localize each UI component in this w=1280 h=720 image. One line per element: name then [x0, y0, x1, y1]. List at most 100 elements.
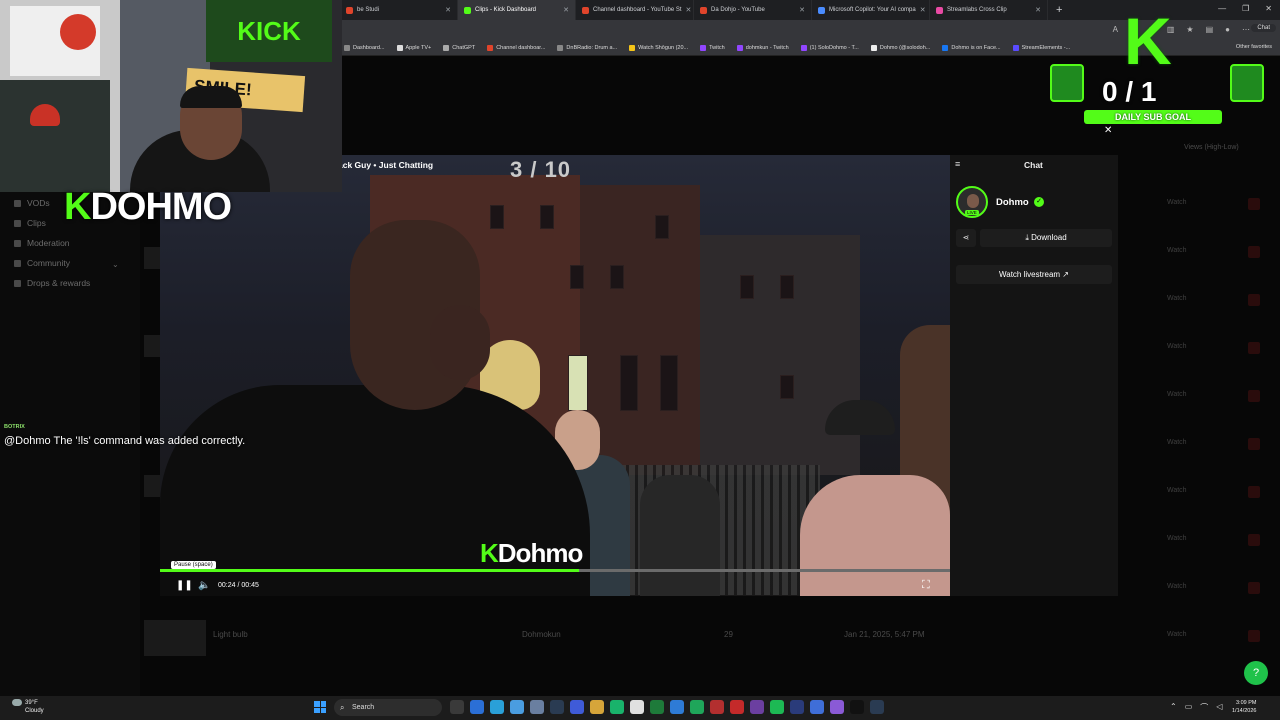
sidebar-item-community[interactable]: Community	[14, 258, 70, 268]
kick-logo-icon: K	[64, 186, 91, 228]
delete-clip-button[interactable]	[1248, 294, 1260, 306]
sidebar-item-clips[interactable]: Clips	[14, 218, 46, 228]
bookmark[interactable]: Dohmo is on Face...	[942, 44, 1001, 51]
bookmark[interactable]: Dashboard...	[344, 44, 385, 51]
bookmark[interactable]: DnBRadio: Drum a...	[557, 44, 617, 51]
notepad-icon[interactable]	[630, 700, 644, 714]
steam-icon[interactable]	[550, 700, 564, 714]
watch-link[interactable]: Watch	[1167, 439, 1187, 446]
clock-date: 1/14/2026	[1232, 708, 1257, 714]
tab-kick-clips[interactable]: Clips - Kick Dashboard ✕	[458, 0, 576, 20]
download-button[interactable]: ⤓ Download	[980, 229, 1112, 247]
video-progress-bar[interactable]	[160, 569, 950, 572]
bookmark[interactable]: Watch Shōgun (20...	[629, 44, 688, 51]
delete-clip-button[interactable]	[1248, 390, 1260, 402]
sub-goal-count: 0 / 1	[1102, 76, 1157, 107]
watch-link[interactable]: Watch	[1167, 487, 1187, 494]
app-icon[interactable]	[870, 700, 884, 714]
network-icon[interactable]: ▭	[1185, 702, 1193, 713]
app-icon[interactable]	[710, 700, 724, 714]
edge-icon[interactable]	[490, 700, 504, 714]
delete-clip-button[interactable]	[1248, 534, 1260, 546]
close-modal-icon[interactable]: ✕	[1104, 125, 1112, 136]
app-icon[interactable]	[690, 700, 704, 714]
help-chat-button[interactable]: ?	[1244, 661, 1268, 685]
close-tab-icon[interactable]: ✕	[1035, 6, 1041, 14]
bookmark[interactable]: ChatGPT	[443, 44, 475, 51]
watch-link[interactable]: Watch	[1167, 343, 1187, 350]
close-tab-icon[interactable]: ✕	[563, 6, 569, 14]
sort-dropdown[interactable]: Views (High-Low)	[1184, 144, 1239, 151]
taskbar-search[interactable]: ⌕ Search	[334, 699, 442, 716]
tab-youtube-studio[interactable]: be Studi ✕	[340, 0, 458, 20]
x-icon[interactable]	[850, 700, 864, 714]
app-icon[interactable]	[610, 700, 624, 714]
clip-thumbnail[interactable]	[144, 620, 206, 656]
sidebar-item-moderation[interactable]: Moderation	[14, 238, 70, 248]
watch-link[interactable]: Watch	[1167, 295, 1187, 302]
watch-link[interactable]: Watch	[1167, 535, 1187, 542]
close-tab-icon[interactable]: ✕	[799, 6, 805, 14]
bookmark[interactable]: Dohmo (@solodoh...	[870, 44, 930, 51]
bookmark[interactable]: Apple TV+	[396, 44, 431, 51]
app-icon[interactable]	[790, 700, 804, 714]
app-icon[interactable]	[810, 700, 824, 714]
collapse-panel-icon[interactable]: ≡	[955, 159, 960, 169]
volume-icon[interactable]: ◁	[1216, 702, 1222, 713]
channel-name[interactable]: Dohmo	[996, 197, 1029, 208]
chrome-icon[interactable]	[670, 700, 684, 714]
delete-clip-button[interactable]	[1248, 582, 1260, 594]
volume-icon[interactable]: 🔈	[198, 580, 210, 591]
watch-link[interactable]: Watch	[1167, 583, 1187, 590]
watch-link[interactable]: Watch	[1167, 199, 1187, 206]
app-icon[interactable]	[530, 700, 544, 714]
tab-da-dohjo[interactable]: Da Dohjo - YouTube ✕	[694, 0, 812, 20]
file-explorer-icon[interactable]	[590, 700, 604, 714]
delete-clip-button[interactable]	[1248, 198, 1260, 210]
bookmark[interactable]: Twitch	[700, 44, 725, 51]
close-tab-icon[interactable]: ✕	[686, 6, 692, 14]
tab-streamlabs[interactable]: Streamlabs Cross Clip ✕	[930, 0, 1048, 20]
fullscreen-icon[interactable]: ⛶	[922, 579, 930, 592]
start-button[interactable]	[314, 701, 326, 713]
spotify-icon[interactable]	[770, 700, 784, 714]
widgets-icon[interactable]	[470, 700, 484, 714]
taskbar-clock[interactable]: 3:09 PM 1/14/2026	[1232, 699, 1256, 715]
mail-icon[interactable]	[510, 700, 524, 714]
delete-clip-button[interactable]	[1248, 342, 1260, 354]
sidebar-item-label: VODs	[27, 198, 50, 208]
tab-label: Clips - Kick Dashboard	[475, 7, 537, 13]
sidebar-item-drops-rewards[interactable]: Drops & rewards	[14, 278, 90, 288]
share-button[interactable]: ⋖	[956, 229, 976, 247]
close-tab-icon[interactable]: ✕	[920, 6, 926, 14]
xbox-icon[interactable]	[650, 700, 664, 714]
youtube-icon[interactable]	[730, 700, 744, 714]
copilot-icon[interactable]	[830, 700, 844, 714]
bookmark[interactable]: (1) SoloDohmo - T...	[800, 44, 859, 51]
hand-image	[430, 305, 490, 380]
close-tab-icon[interactable]: ✕	[445, 6, 451, 14]
watch-link[interactable]: Watch	[1167, 631, 1187, 638]
chevron-down-icon[interactable]: ⌄	[112, 260, 119, 269]
watch-livestream-button[interactable]: Watch livestream ↗	[956, 265, 1112, 284]
watch-link[interactable]: Watch	[1167, 391, 1187, 398]
pause-button[interactable]: ❚❚	[176, 580, 193, 591]
clip-video-player[interactable]	[160, 155, 950, 596]
discord-icon[interactable]	[570, 700, 584, 714]
tab-copilot[interactable]: Microsoft Copilot: Your AI compa ✕	[812, 0, 930, 20]
delete-clip-button[interactable]	[1248, 246, 1260, 258]
sidebar-item-vods[interactable]: VODs	[14, 198, 50, 208]
delete-clip-button[interactable]	[1248, 486, 1260, 498]
delete-clip-button[interactable]	[1248, 630, 1260, 642]
wifi-icon[interactable]: ⌒	[1200, 702, 1208, 713]
weather-desc: Cloudy	[25, 708, 44, 715]
watch-link[interactable]: Watch	[1167, 247, 1187, 254]
tab-youtube-channel-dashboard[interactable]: Channel dashboard - YouTube St ✕	[576, 0, 694, 20]
task-view-icon[interactable]	[450, 700, 464, 714]
chevron-up-icon[interactable]: ⌃	[1170, 702, 1177, 713]
obs-icon[interactable]	[750, 700, 764, 714]
bookmark[interactable]: dohmkun - Twitch	[736, 44, 789, 51]
weather-widget[interactable]: 39°F Cloudy	[12, 699, 44, 715]
delete-clip-button[interactable]	[1248, 438, 1260, 450]
bookmark[interactable]: Channel dashboar...	[487, 44, 545, 51]
